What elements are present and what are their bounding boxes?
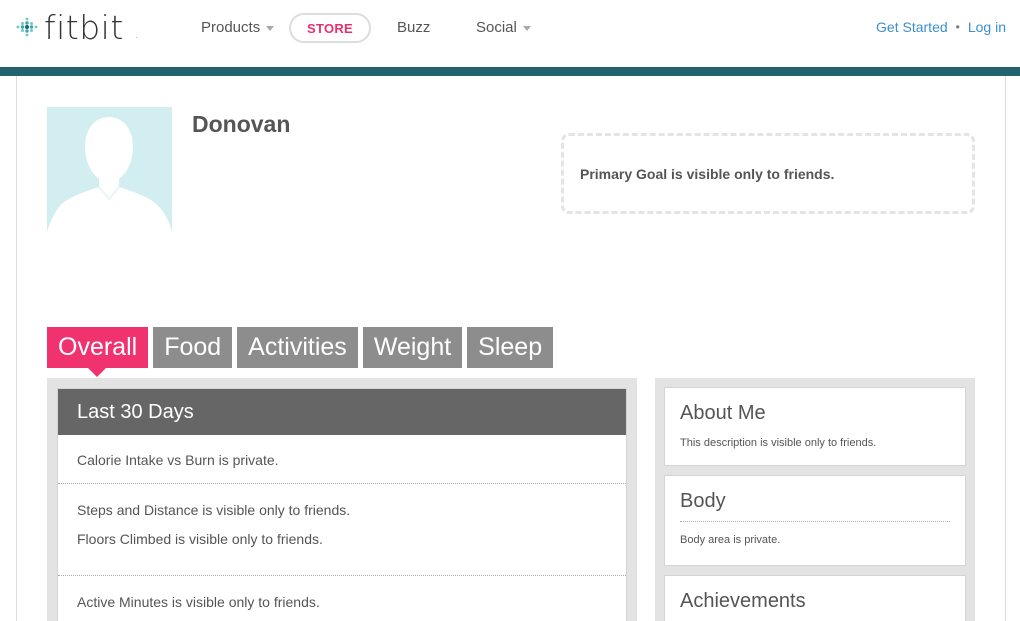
tab-sleep[interactable]: Sleep: [467, 327, 554, 368]
active-minutes-privacy-text: Active Minutes is visible only to friend…: [77, 594, 320, 610]
about-me-title: About Me: [680, 402, 766, 424]
list-item: Steps and Distance is visible only to fr…: [58, 484, 626, 576]
default-user-silhouette-icon: [47, 117, 172, 232]
nav-products-label: Products: [201, 19, 261, 36]
calorie-privacy-text: Calorie Intake vs Burn is private.: [77, 452, 279, 468]
tab-weight[interactable]: Weight: [362, 327, 463, 368]
steps-privacy-text: Steps and Distance is visible only to fr…: [77, 502, 351, 518]
body-card: Body Body area is private.: [664, 475, 966, 566]
profile-name: Donovan: [192, 111, 291, 137]
fitbit-dots-icon: [16, 17, 38, 37]
overview-title: Last 30 Days: [58, 389, 626, 435]
sidebar-panel: About Me This description is visible onl…: [655, 378, 975, 621]
nav-buzz[interactable]: Buzz: [397, 19, 430, 36]
nav-social-label: Social: [476, 19, 517, 36]
tab-activities[interactable]: Activities: [237, 327, 358, 368]
store-button[interactable]: STORE: [289, 13, 371, 43]
floors-privacy-text: Floors Climbed is visible only to friend…: [77, 531, 323, 547]
nav-social[interactable]: Social: [476, 19, 531, 36]
avatar: [47, 107, 172, 232]
nav-buzz-label: Buzz: [397, 19, 431, 36]
list-item: Active Minutes is visible only to friend…: [58, 576, 626, 617]
chevron-down-icon: [522, 26, 531, 31]
primary-goal-text: Primary Goal is visible only to friends.: [580, 165, 835, 182]
body-title: Body: [680, 490, 950, 522]
list-item: Calorie Intake vs Burn is private.: [58, 435, 626, 484]
achievements-card: Achievements: [664, 575, 966, 621]
fitbit-logo[interactable]: fitbit: [16, 10, 124, 44]
profile-tabs: Overall Food Activities Weight Sleep: [47, 327, 558, 377]
logo-trademark: .: [136, 34, 138, 40]
header-divider-bar: [0, 67, 1020, 76]
body-text: Body area is private.: [680, 534, 781, 546]
auth-links: Get Started • Log in: [876, 19, 1006, 35]
about-me-card: About Me This description is visible onl…: [664, 387, 966, 466]
achievements-title: Achievements: [680, 590, 806, 612]
overview-card: Last 30 Days Calorie Intake vs Burn is p…: [57, 388, 627, 621]
tab-overall[interactable]: Overall: [47, 327, 149, 377]
primary-goal-box: Primary Goal is visible only to friends.: [561, 133, 975, 214]
login-link[interactable]: Log in: [968, 19, 1006, 35]
overview-panel: Last 30 Days Calorie Intake vs Burn is p…: [47, 378, 637, 621]
logo-wordmark: fitbit: [44, 7, 124, 47]
tab-food[interactable]: Food: [153, 327, 233, 368]
site-header: fitbit . Products STORE Buzz Social Get …: [0, 0, 1020, 67]
chevron-down-icon: [266, 26, 275, 31]
about-me-text: This description is visible only to frie…: [680, 437, 877, 449]
get-started-link[interactable]: Get Started: [876, 19, 948, 35]
auth-separator: •: [955, 20, 960, 34]
nav-products[interactable]: Products: [201, 19, 275, 36]
